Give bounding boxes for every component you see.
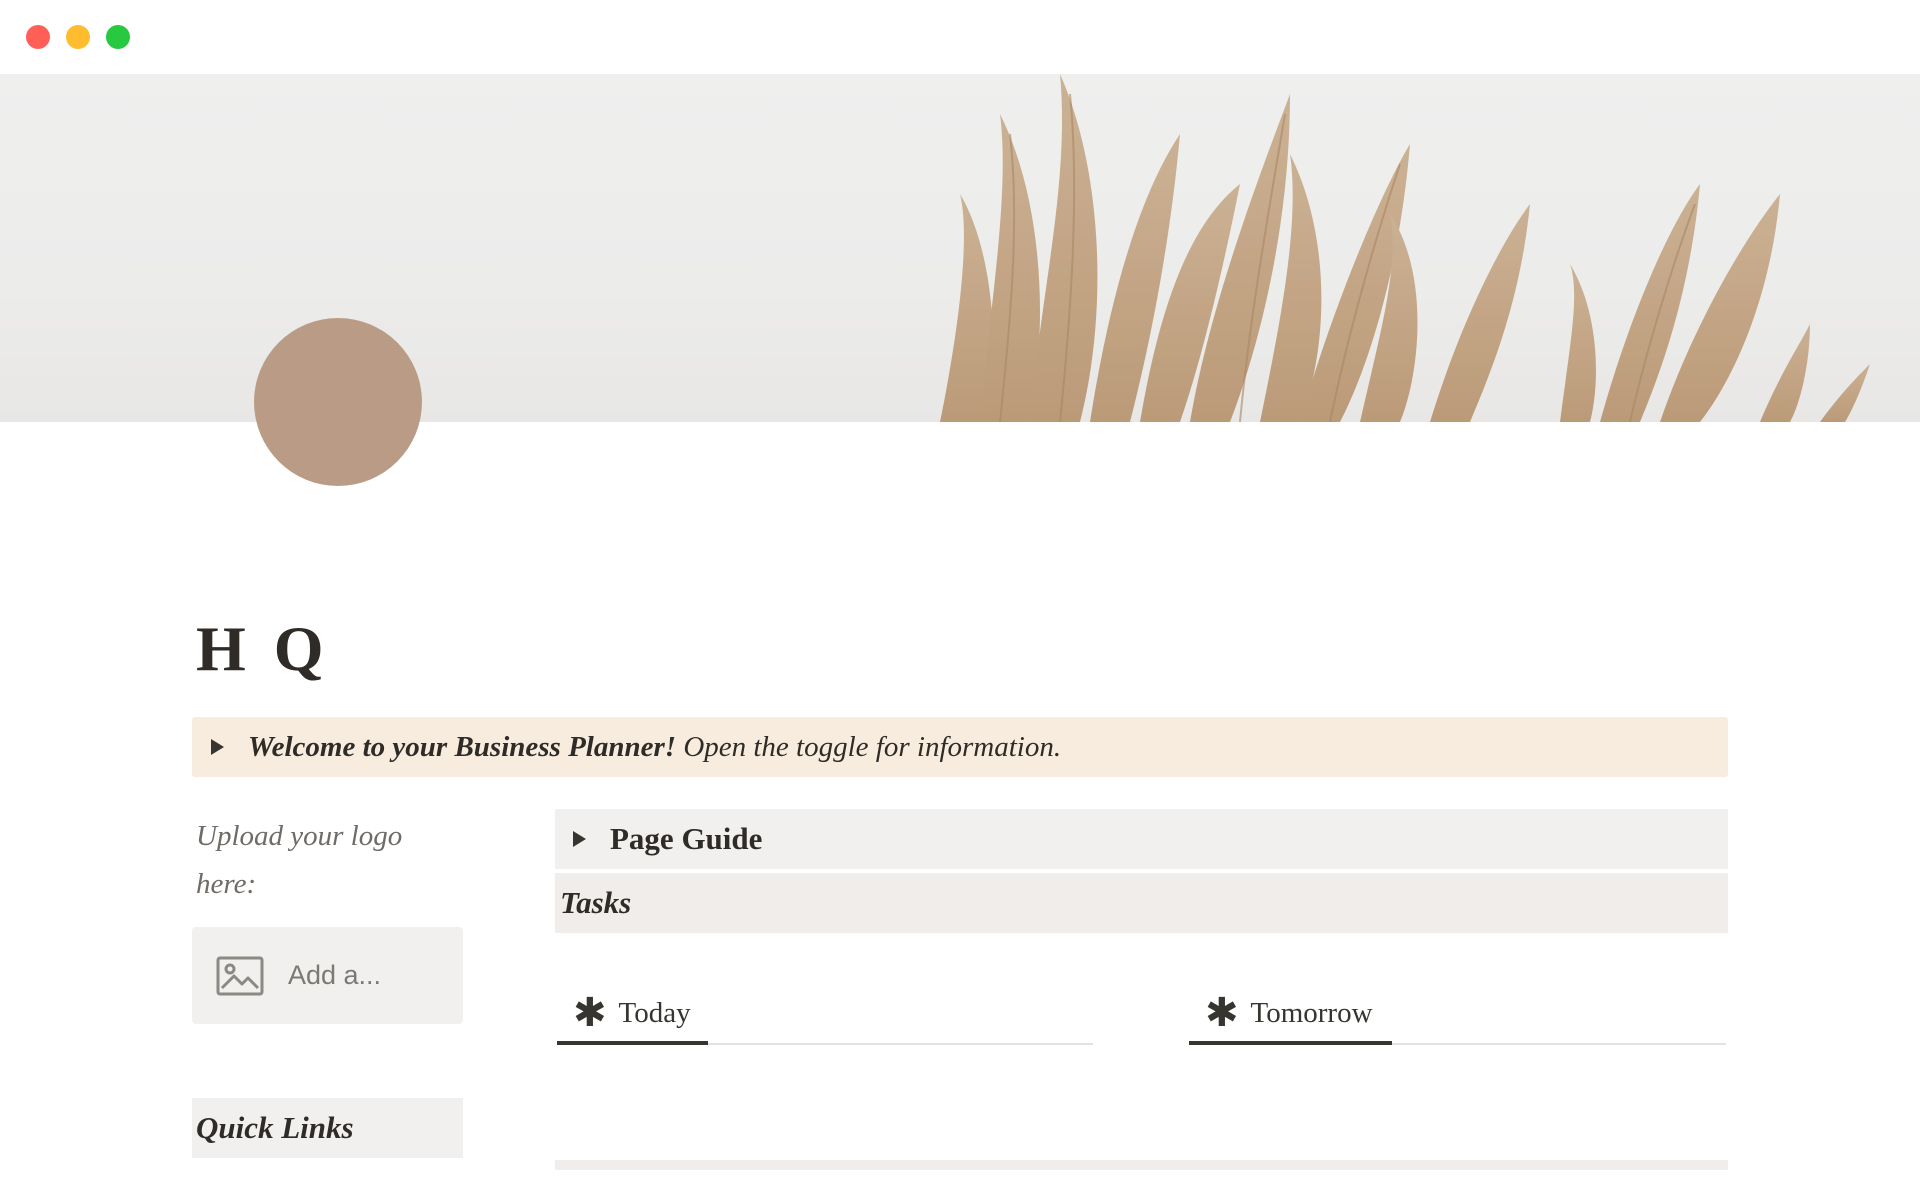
window-titlebar [0, 0, 1920, 74]
toggle-arrow-icon[interactable] [211, 739, 224, 755]
tab-today-active-indicator [557, 1041, 708, 1045]
page-guide-label: Page Guide [610, 821, 763, 856]
tab-tomorrow-label: Tomorrow [1250, 996, 1373, 1029]
tab-tomorrow[interactable]: ✱ Tomorrow [1205, 978, 1373, 1048]
image-icon [216, 956, 264, 995]
next-block-edge [555, 1160, 1728, 1170]
callout-text: Welcome to your Business Planner! Open t… [248, 731, 1061, 764]
page-guide-toggle[interactable]: Page Guide [555, 809, 1728, 869]
asterisk-icon: ✱ [573, 990, 607, 1036]
upload-logo-label: Upload your logo here: [196, 820, 403, 900]
add-image-label: Add a... [288, 960, 382, 990]
callout-bold-text: Welcome to your Business Planner! [248, 730, 677, 763]
tab-today[interactable]: ✱ Today [573, 978, 691, 1048]
tab-today-label: Today [618, 996, 691, 1029]
maximize-window-button[interactable] [106, 25, 130, 49]
close-window-button[interactable] [26, 25, 50, 49]
callout-body-text: Open the toggle for information. [676, 730, 1062, 763]
welcome-callout-toggle[interactable]: Welcome to your Business Planner! Open t… [192, 717, 1728, 777]
page-title[interactable]: H Q [196, 612, 330, 686]
tasks-heading: Tasks [555, 873, 1728, 933]
quick-links-heading: Quick Links [192, 1098, 463, 1158]
asterisk-icon: ✱ [1205, 990, 1239, 1036]
tab-tomorrow-active-indicator [1189, 1041, 1392, 1045]
minimize-window-button[interactable] [66, 25, 90, 49]
toggle-arrow-icon[interactable] [573, 831, 586, 847]
add-image-button[interactable]: Add a... [192, 927, 463, 1024]
page-icon[interactable] [254, 318, 422, 486]
